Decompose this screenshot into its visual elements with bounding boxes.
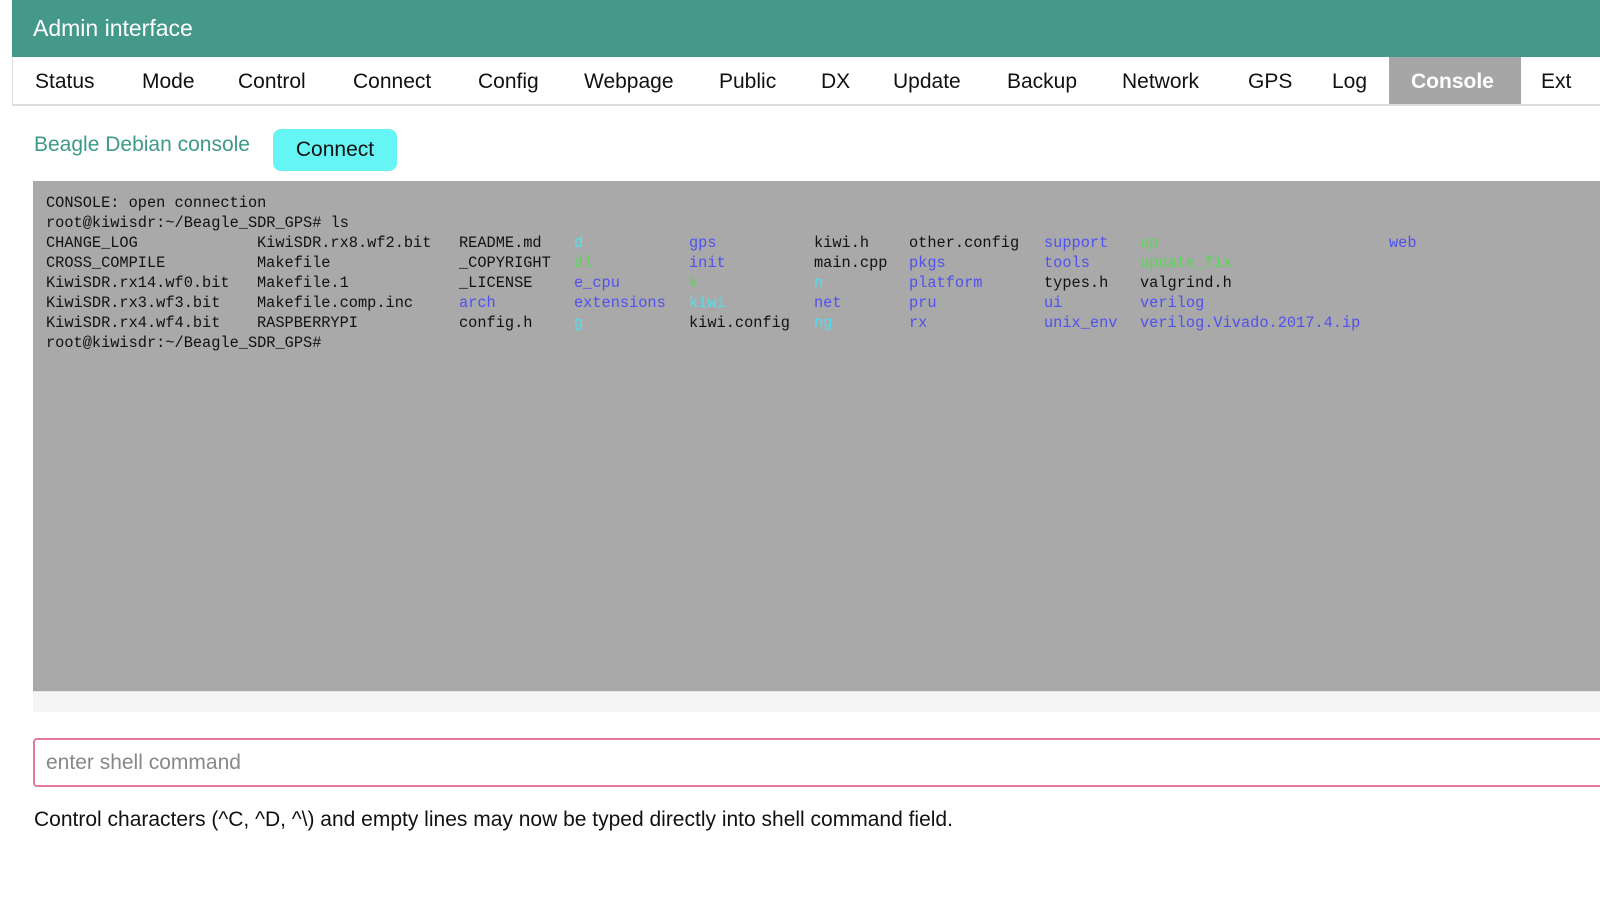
- ls-entry: kiwi.h: [814, 234, 870, 252]
- ls-entry: platform: [909, 274, 983, 292]
- tab-config[interactable]: Config: [478, 57, 539, 104]
- ls-entry: verilog: [1140, 294, 1205, 312]
- ls-entry: ng: [814, 314, 833, 332]
- ls-entry: pkgs: [909, 254, 946, 272]
- ls-entry: extensions: [574, 294, 666, 312]
- ls-entry: Makefile: [257, 254, 331, 272]
- console-scroll-strip: [33, 691, 1600, 712]
- ls-row: CROSS_COMPILE Makefile _COPYRIGHT dl ini…: [46, 253, 1600, 273]
- ls-entry: unix_env: [1044, 314, 1118, 332]
- tab-ext[interactable]: Ext: [1541, 57, 1571, 104]
- ls-entry: gps: [689, 234, 717, 252]
- tab-console[interactable]: Console: [1389, 57, 1521, 104]
- tab-status[interactable]: Status: [35, 57, 95, 104]
- ls-entry: Makefile.1: [257, 274, 349, 292]
- ls-entry: types.h: [1044, 274, 1109, 292]
- ls-entry: rx: [909, 314, 928, 332]
- ls-entry: KiwiSDR.rx4.wf4.bit: [46, 314, 221, 332]
- ls-entry: Makefile.comp.inc: [257, 294, 414, 312]
- ls-entry: web: [1389, 234, 1417, 252]
- ls-entry: CROSS_COMPILE: [46, 254, 166, 272]
- ls-entry: _COPYRIGHT: [459, 254, 551, 272]
- ls-entry: _LICENSE: [459, 274, 533, 292]
- ls-entry: up: [1140, 234, 1159, 252]
- ls-entry: CHANGE_LOG: [46, 234, 138, 252]
- ls-entry: README.md: [459, 234, 542, 252]
- ls-entry: arch: [459, 294, 496, 312]
- ls-entry: kiwi.config: [689, 314, 790, 332]
- console-title: Beagle Debian console: [34, 133, 250, 156]
- tab-webpage[interactable]: Webpage: [584, 57, 674, 104]
- ls-entry: RASPBERRYPI: [257, 314, 358, 332]
- ls-entry: g: [574, 314, 584, 332]
- ls-entry: k: [689, 274, 699, 292]
- console-prompt: root@kiwisdr:~/Beagle_SDR_GPS#: [46, 334, 322, 352]
- help-text: Control characters (^C, ^D, ^\) and empt…: [34, 808, 953, 831]
- tab-public[interactable]: Public: [719, 57, 776, 104]
- ls-entry: update_fix: [1140, 254, 1232, 272]
- ls-entry: config.h: [459, 314, 533, 332]
- ls-entry: dl: [574, 254, 593, 272]
- ls-entry: verilog.Vivado.2017.4.ip: [1140, 314, 1361, 332]
- ls-entry: kiwi: [689, 294, 726, 312]
- ls-row: CHANGE_LOG KiwiSDR.rx8.wf2.bit README.md…: [46, 233, 1600, 253]
- console-line: CONSOLE: open connection: [46, 194, 267, 212]
- ls-entry: init: [689, 254, 726, 272]
- ls-entry: tools: [1044, 254, 1090, 272]
- console-output[interactable]: CONSOLE: open connection root@kiwisdr:~/…: [33, 181, 1600, 691]
- ls-entry: e_cpu: [574, 274, 620, 292]
- tab-gps[interactable]: GPS: [1248, 57, 1292, 104]
- app-title: Admin interface: [12, 0, 1600, 57]
- ls-row: KiwiSDR.rx14.wf0.bit Makefile.1 _LICENSE…: [46, 273, 1600, 293]
- ls-row: KiwiSDR.rx4.wf4.bit RASPBERRYPI config.h…: [46, 313, 1600, 333]
- ls-entry: net: [814, 294, 842, 312]
- tab-mode[interactable]: Mode: [142, 57, 195, 104]
- ls-entry: KiwiSDR.rx8.wf2.bit: [257, 234, 432, 252]
- ls-entry: valgrind.h: [1140, 274, 1232, 292]
- ls-entry: support: [1044, 234, 1109, 252]
- ls-row: KiwiSDR.rx3.wf3.bit Makefile.comp.inc ar…: [46, 293, 1600, 313]
- ls-entry: KiwiSDR.rx14.wf0.bit: [46, 274, 230, 292]
- tab-update[interactable]: Update: [893, 57, 961, 104]
- tab-network[interactable]: Network: [1122, 57, 1199, 104]
- ls-entry: main.cpp: [814, 254, 888, 272]
- tab-log[interactable]: Log: [1332, 57, 1367, 104]
- tab-dx[interactable]: DX: [821, 57, 850, 104]
- tab-control[interactable]: Control: [238, 57, 306, 104]
- shell-command-input[interactable]: [33, 738, 1600, 787]
- console-line: root@kiwisdr:~/Beagle_SDR_GPS# ls: [46, 214, 349, 232]
- tab-backup[interactable]: Backup: [1007, 57, 1077, 104]
- connect-button[interactable]: Connect: [273, 129, 397, 171]
- admin-nav-bar: Status Mode Control Connect Config Webpa…: [12, 57, 1600, 106]
- ls-entry: other.config: [909, 234, 1020, 252]
- ls-entry: d: [574, 234, 584, 252]
- tab-connect[interactable]: Connect: [353, 57, 431, 104]
- ls-entry: KiwiSDR.rx3.wf3.bit: [46, 294, 221, 312]
- ls-entry: ui: [1044, 294, 1063, 312]
- admin-page: Admin interface Status Mode Control Conn…: [0, 0, 1600, 897]
- ls-entry: pru: [909, 294, 937, 312]
- ls-entry: n: [814, 274, 824, 292]
